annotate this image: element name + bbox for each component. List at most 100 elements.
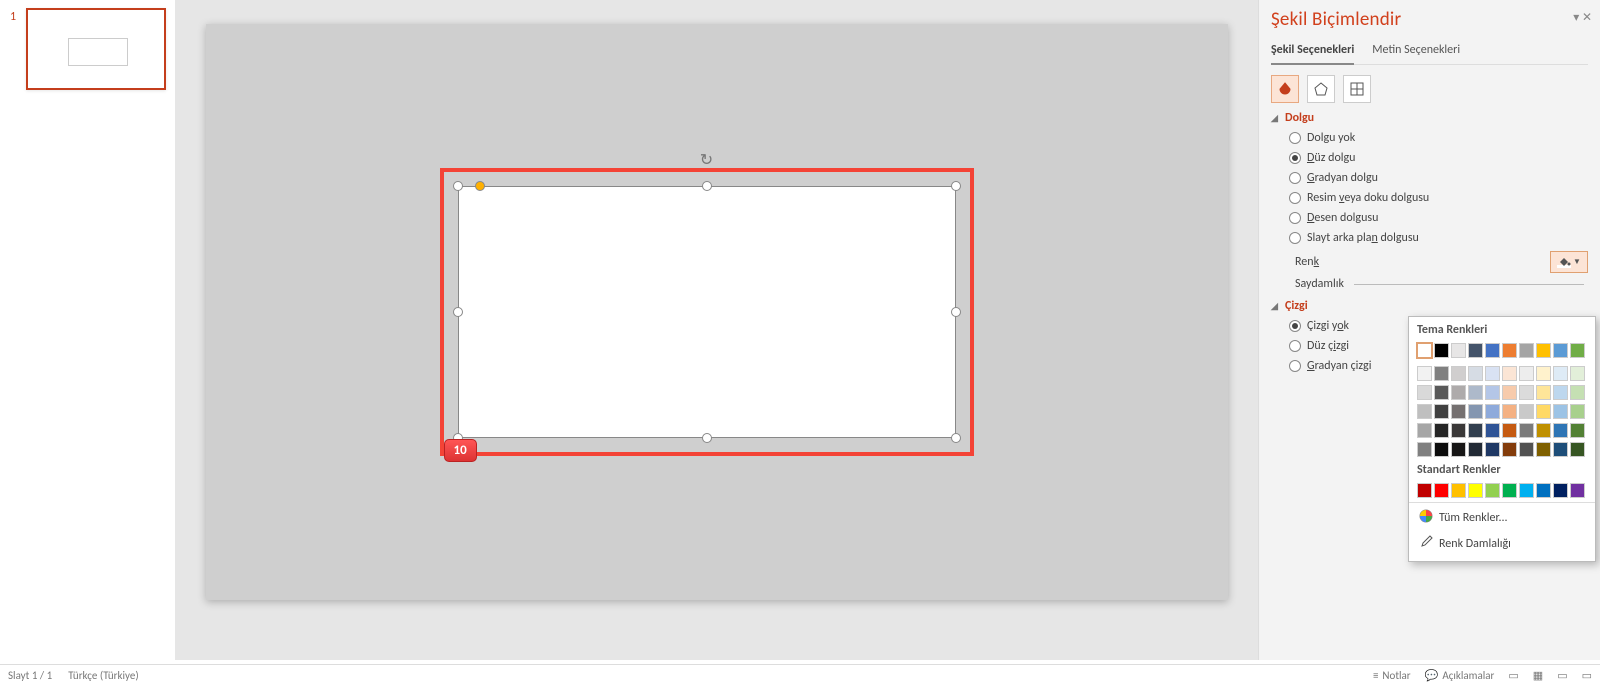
color-swatch[interactable] (1485, 442, 1500, 457)
color-swatch[interactable] (1485, 385, 1500, 400)
resize-handle-n[interactable] (702, 181, 712, 191)
color-swatch[interactable] (1485, 366, 1500, 381)
more-colors-item[interactable]: Tüm Renkler... (1417, 505, 1587, 531)
color-swatch[interactable] (1451, 483, 1466, 498)
color-swatch[interactable] (1502, 404, 1517, 419)
color-swatch[interactable] (1417, 366, 1432, 381)
resize-handle-s[interactable] (702, 433, 712, 443)
view-normal-icon[interactable]: ▭ (1508, 669, 1518, 682)
color-swatch[interactable] (1502, 423, 1517, 438)
color-swatch[interactable] (1519, 404, 1534, 419)
fill-gradient-radio[interactable]: Gradyan dolgu (1289, 171, 1588, 185)
color-swatch[interactable] (1570, 366, 1585, 381)
view-reading-icon[interactable]: ▭ (1557, 669, 1567, 682)
fill-solid-radio[interactable]: Düz dolgu (1289, 151, 1588, 165)
color-swatch[interactable] (1434, 442, 1449, 457)
color-swatch[interactable] (1553, 366, 1568, 381)
color-swatch[interactable] (1519, 423, 1534, 438)
eyedropper-item[interactable]: Renk Damlalığı (1417, 531, 1587, 557)
color-swatch[interactable] (1434, 366, 1449, 381)
color-swatch[interactable] (1468, 483, 1483, 498)
resize-handle-nw[interactable] (453, 181, 463, 191)
color-swatch[interactable] (1570, 442, 1585, 457)
line-header[interactable]: Çizgi (1271, 299, 1588, 313)
color-swatch[interactable] (1468, 404, 1483, 419)
effects-icon[interactable] (1307, 75, 1335, 103)
color-swatch[interactable] (1570, 423, 1585, 438)
selected-shape[interactable]: ↻ 10 (458, 186, 956, 438)
tab-text-options[interactable]: Metin Seçenekleri (1372, 39, 1460, 64)
color-swatch[interactable] (1536, 343, 1551, 358)
color-swatch[interactable] (1417, 423, 1432, 438)
color-swatch[interactable] (1485, 343, 1500, 358)
fill-header[interactable]: Dolgu (1271, 111, 1588, 125)
thumbnail-pane[interactable]: 1 (0, 0, 175, 660)
color-swatch[interactable] (1502, 385, 1517, 400)
fill-picture-radio[interactable]: Resim veya doku dolgusu (1289, 191, 1588, 205)
resize-handle-ne[interactable] (951, 181, 961, 191)
color-swatch[interactable] (1417, 483, 1432, 498)
color-swatch[interactable] (1451, 423, 1466, 438)
color-swatch[interactable] (1536, 366, 1551, 381)
color-swatch[interactable] (1468, 423, 1483, 438)
rotate-handle-icon[interactable]: ↻ (698, 150, 716, 168)
fill-color-button[interactable]: ▼ (1550, 251, 1588, 273)
status-slide-indicator[interactable]: Slayt 1 / 1 (8, 669, 52, 682)
color-swatch[interactable] (1553, 404, 1568, 419)
color-swatch[interactable] (1536, 442, 1551, 457)
color-swatch[interactable] (1553, 442, 1568, 457)
color-swatch[interactable] (1536, 423, 1551, 438)
adjustment-handle[interactable] (475, 181, 485, 191)
color-swatch[interactable] (1519, 483, 1534, 498)
tab-shape-options[interactable]: Şekil Seçenekleri (1271, 39, 1354, 65)
panel-close-icon[interactable]: ▾ ✕ (1573, 10, 1592, 25)
color-swatch[interactable] (1434, 404, 1449, 419)
color-swatch[interactable] (1417, 385, 1432, 400)
color-swatch[interactable] (1553, 385, 1568, 400)
color-swatch[interactable] (1417, 343, 1432, 358)
color-swatch[interactable] (1536, 385, 1551, 400)
resize-handle-e[interactable] (951, 307, 961, 317)
slide-thumbnail[interactable]: 1 (26, 8, 166, 90)
fill-none-radio[interactable]: Dolgu yok (1289, 131, 1588, 145)
color-swatch[interactable] (1451, 404, 1466, 419)
color-swatch[interactable] (1536, 404, 1551, 419)
color-swatch[interactable] (1502, 483, 1517, 498)
fill-line-icon[interactable] (1271, 75, 1299, 103)
resize-handle-se[interactable] (951, 433, 961, 443)
color-swatch[interactable] (1570, 483, 1585, 498)
color-swatch[interactable] (1468, 385, 1483, 400)
rectangle-shape[interactable] (458, 186, 956, 438)
color-swatch[interactable] (1468, 343, 1483, 358)
color-swatch[interactable] (1570, 385, 1585, 400)
color-swatch[interactable] (1570, 343, 1585, 358)
view-slideshow-icon[interactable]: ▭ (1582, 669, 1592, 682)
fill-pattern-radio[interactable]: Desen dolgusu (1289, 211, 1588, 225)
color-swatch[interactable] (1519, 343, 1534, 358)
color-swatch[interactable] (1519, 366, 1534, 381)
status-language[interactable]: Türkçe (Türkiye) (68, 669, 138, 682)
color-swatch[interactable] (1434, 343, 1449, 358)
transparency-slider[interactable] (1354, 284, 1584, 285)
size-properties-icon[interactable] (1343, 75, 1371, 103)
color-swatch[interactable] (1451, 442, 1466, 457)
color-swatch[interactable] (1502, 343, 1517, 358)
color-swatch[interactable] (1468, 442, 1483, 457)
color-swatch[interactable] (1536, 483, 1551, 498)
color-swatch[interactable] (1502, 366, 1517, 381)
color-swatch[interactable] (1417, 442, 1432, 457)
color-swatch[interactable] (1502, 442, 1517, 457)
color-swatch[interactable] (1434, 423, 1449, 438)
color-swatch[interactable] (1553, 343, 1568, 358)
color-swatch[interactable] (1519, 385, 1534, 400)
color-swatch[interactable] (1553, 423, 1568, 438)
color-swatch[interactable] (1434, 385, 1449, 400)
slide[interactable]: ↻ 10 (206, 24, 1228, 600)
status-comments-button[interactable]: 💬Açıklamalar (1425, 669, 1495, 682)
status-notes-button[interactable]: ≡Notlar (1373, 669, 1411, 682)
color-swatch[interactable] (1451, 366, 1466, 381)
color-swatch[interactable] (1485, 483, 1500, 498)
color-swatch[interactable] (1417, 404, 1432, 419)
resize-handle-w[interactable] (453, 307, 463, 317)
slide-canvas-area[interactable]: ↻ 10 (175, 0, 1258, 660)
